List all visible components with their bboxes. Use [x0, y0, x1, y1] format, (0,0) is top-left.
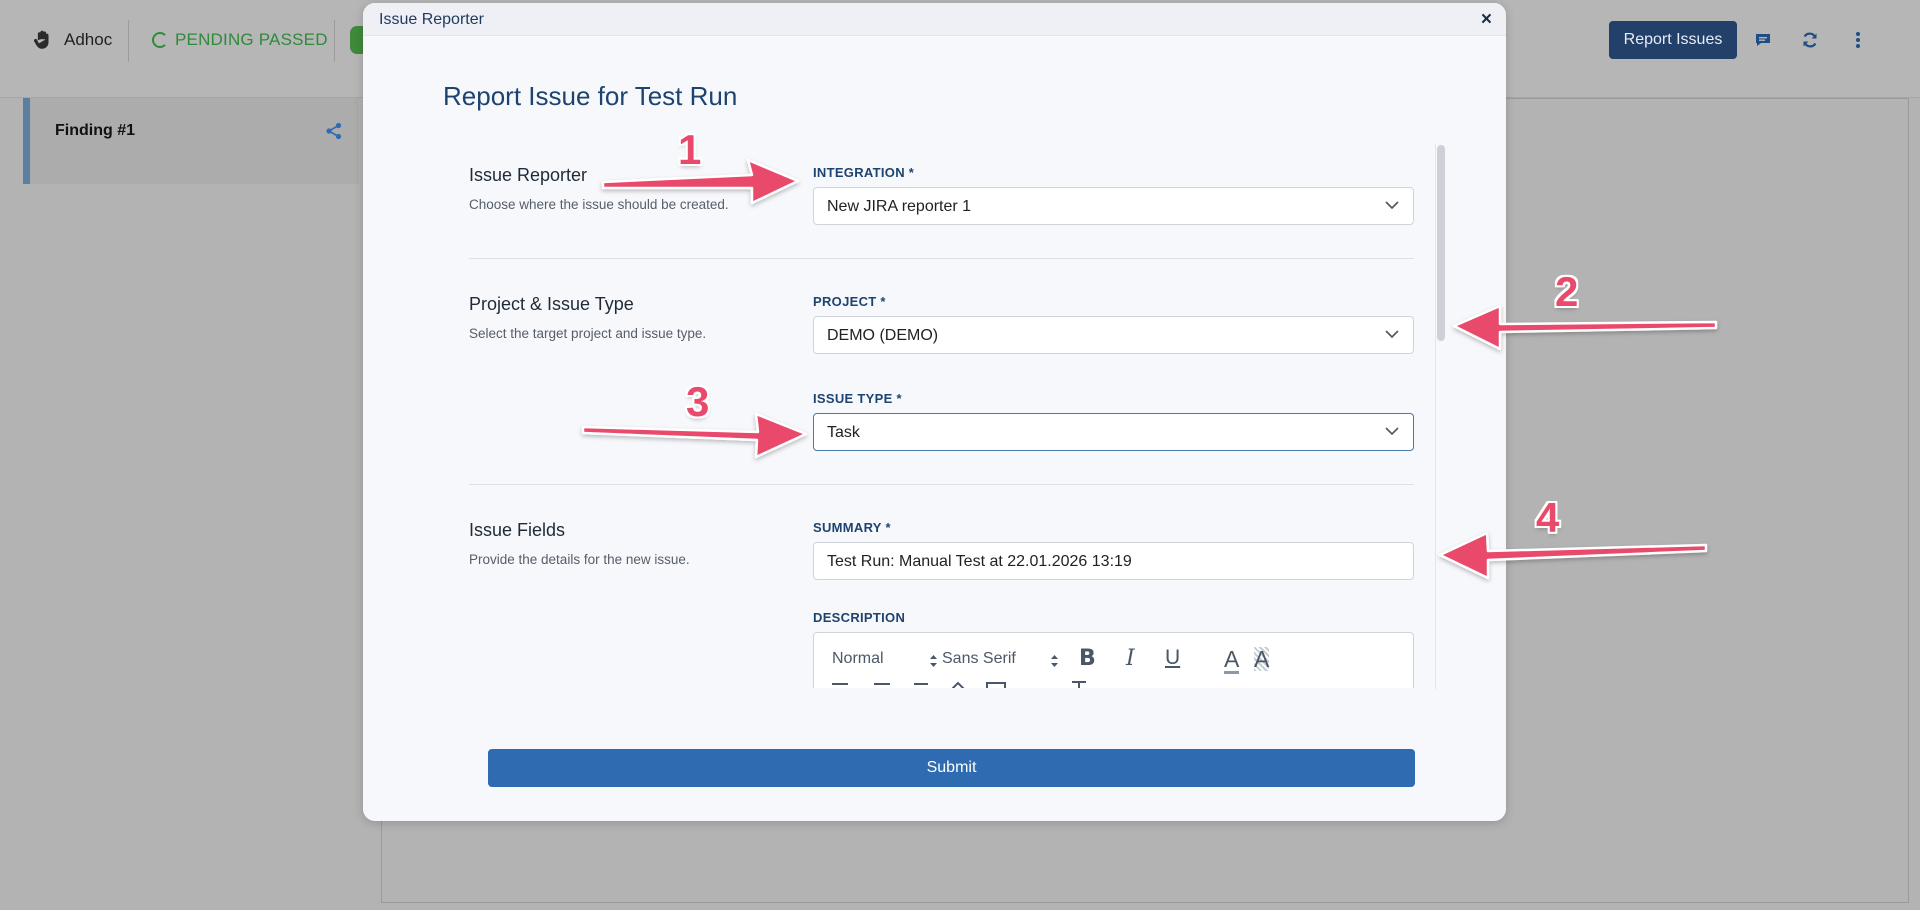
annotation-arrows	[581, 158, 1718, 580]
annotation-number-2: 2	[1555, 268, 1579, 315]
annotation-number-1: 1	[678, 126, 702, 173]
annotation-number-3: 3	[686, 378, 710, 425]
arrow-4	[1438, 531, 1708, 580]
arrow-2	[1452, 304, 1718, 351]
annotation-number-4: 4	[1536, 494, 1560, 541]
